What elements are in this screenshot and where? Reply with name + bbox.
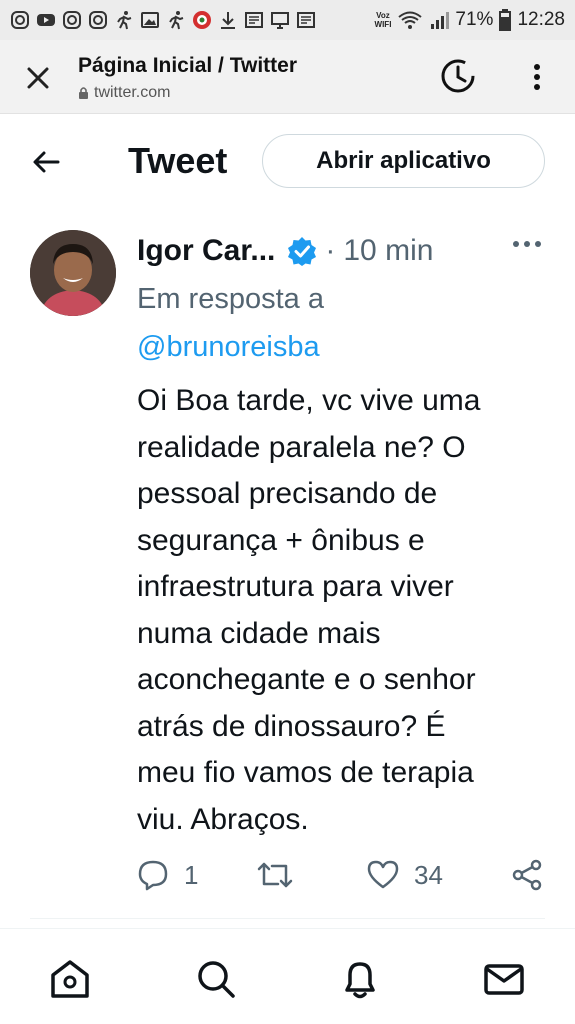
browser-url: twitter.com — [78, 84, 170, 102]
share-button[interactable] — [510, 858, 544, 892]
author-name[interactable]: Igor Car... — [137, 234, 275, 268]
reply-context-label: Em resposta a — [137, 283, 324, 315]
more-horizontal-icon[interactable] — [510, 232, 544, 256]
close-icon[interactable] — [22, 62, 54, 94]
reply-button[interactable]: 1 — [136, 858, 198, 892]
instagram-icon — [63, 11, 81, 29]
notifications-icon[interactable] — [338, 957, 382, 1001]
running-icon — [117, 11, 132, 30]
messages-icon[interactable] — [482, 957, 526, 1001]
news-icon — [297, 12, 315, 28]
avatar[interactable] — [30, 230, 116, 316]
divider — [30, 918, 545, 919]
browser-toolbar: Página Inicial / Twitter twitter.com — [0, 40, 575, 114]
share-icon — [512, 859, 542, 891]
home-icon[interactable] — [48, 957, 92, 1001]
status-bar: Voz WIFI 71% 12:28 — [0, 0, 575, 40]
instagram-icon — [89, 11, 107, 29]
instagram-icon — [11, 11, 29, 29]
battery-icon — [499, 9, 512, 31]
avatar-image — [30, 230, 116, 316]
open-app-button[interactable]: Abrir aplicativo — [262, 134, 545, 188]
youtube-icon — [37, 14, 55, 26]
tweet-time[interactable]: 10 min — [343, 234, 433, 268]
heart-icon — [367, 860, 399, 889]
lock-icon — [79, 87, 88, 99]
search-icon[interactable] — [194, 957, 238, 1001]
like-count: 34 — [414, 859, 443, 890]
tweet-header: Tweet Abrir aplicativo — [0, 114, 575, 210]
signal-icon — [431, 12, 450, 29]
battery-level: 71% — [455, 9, 494, 30]
app-badge-icon — [193, 11, 211, 29]
bottom-navigation — [0, 928, 575, 1024]
tweet-actions: 1 34 — [0, 850, 575, 900]
news-icon — [245, 12, 263, 28]
gallery-icon — [141, 12, 159, 28]
back-arrow-icon[interactable] — [28, 144, 64, 180]
wifi-icon — [398, 11, 423, 29]
like-button[interactable]: 34 — [366, 858, 443, 892]
reply-count: 1 — [184, 859, 199, 890]
url-text: twitter.com — [94, 84, 171, 101]
verified-badge-icon — [288, 237, 317, 266]
more-vertical-icon[interactable] — [525, 60, 549, 94]
time-separator: · — [325, 234, 336, 267]
page-title: Tweet — [128, 140, 228, 181]
volte-indicator: Voz WIFI — [374, 11, 392, 29]
reply-handle-link[interactable]: @brunoreisba — [137, 331, 320, 364]
running-icon — [169, 11, 184, 30]
notification-icons — [10, 10, 316, 30]
tweet-text: Oi Boa tarde, vc vive uma realidade para… — [137, 384, 481, 836]
system-status: Voz WIFI 71% 12:28 — [375, 9, 565, 31]
tweet-author-row: Igor Car... · 10 min — [137, 234, 433, 268]
retweet-icon — [257, 862, 293, 888]
history-icon[interactable] — [438, 56, 478, 96]
reply-icon — [138, 860, 168, 891]
retweet-button[interactable] — [256, 858, 294, 892]
download-icon — [221, 12, 235, 29]
browser-page-title: Página Inicial / Twitter — [78, 54, 297, 77]
clock: 12:28 — [517, 9, 565, 30]
screen-icon — [271, 12, 289, 29]
